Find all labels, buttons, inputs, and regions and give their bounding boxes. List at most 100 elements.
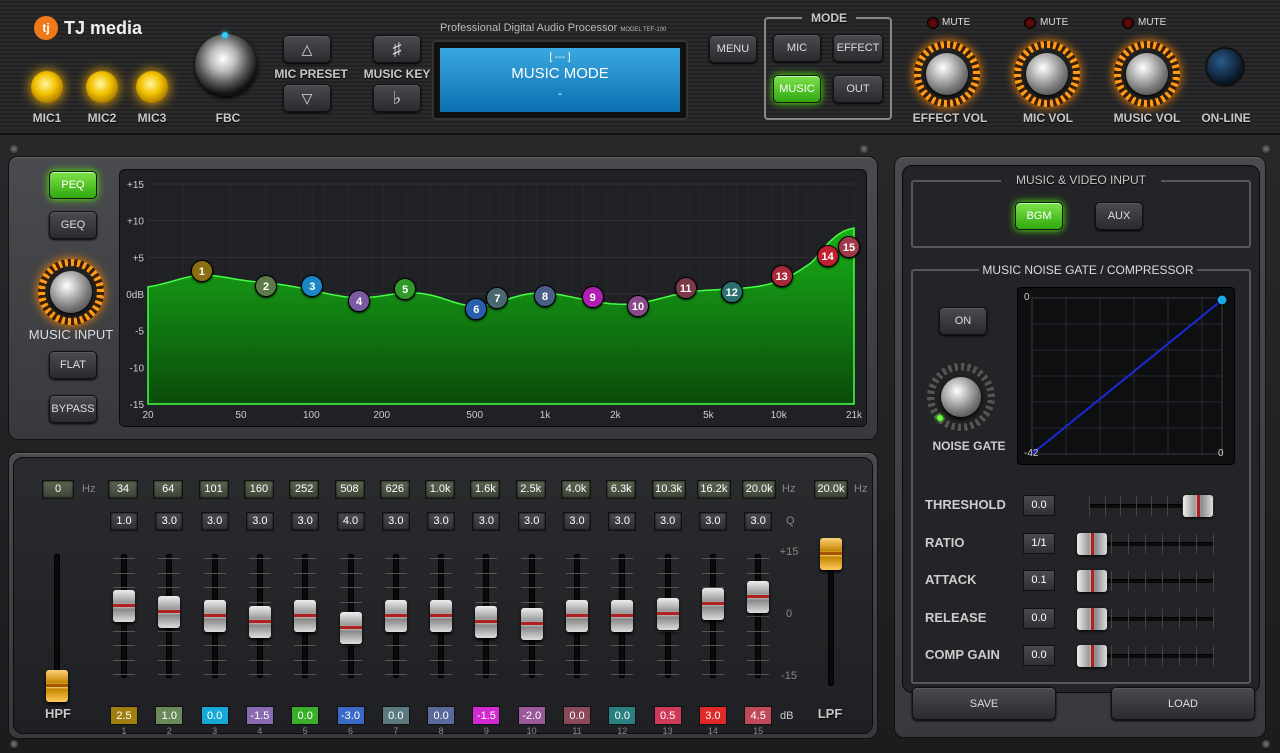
save-button[interactable]: SAVE xyxy=(912,687,1056,720)
eq-band-marker[interactable]: 10 xyxy=(627,295,649,318)
hpf-freq-value[interactable]: 0 xyxy=(42,480,74,499)
band-q-value[interactable]: 4.0 xyxy=(336,512,365,531)
comp-param-value[interactable]: 1/1 xyxy=(1023,532,1055,554)
band-freq-value[interactable]: 20.0k xyxy=(742,480,777,499)
band-q-value[interactable]: 3.0 xyxy=(653,512,682,531)
comp-param-value[interactable]: 0.0 xyxy=(1023,645,1055,666)
bgm-button[interactable]: BGM xyxy=(1015,202,1063,230)
band-q-value[interactable]: 3.0 xyxy=(744,512,773,531)
music-key-flat-button[interactable]: ♭ xyxy=(373,84,421,112)
band-fader-handle[interactable] xyxy=(430,600,453,632)
band-gain-value[interactable]: 0.5 xyxy=(653,706,682,725)
noise-gate-knob[interactable] xyxy=(941,377,981,417)
band-gain-value[interactable]: 3.0 xyxy=(698,706,727,725)
eq-band-marker[interactable]: 8 xyxy=(534,285,557,308)
band-gain-value[interactable]: -1.5 xyxy=(472,706,501,725)
band-q-value[interactable]: 3.0 xyxy=(291,512,320,531)
bypass-button[interactable]: BYPASS xyxy=(49,395,97,423)
comp-param-value[interactable]: 0.0 xyxy=(1023,495,1055,516)
mic-preset-up-button[interactable]: △ xyxy=(283,35,331,63)
band-freq-value[interactable]: 1.6k xyxy=(470,480,501,499)
eq-band-marker[interactable]: 4 xyxy=(348,289,371,312)
eq-band-marker[interactable]: 12 xyxy=(720,280,743,303)
comp-param-handle[interactable] xyxy=(1077,607,1107,630)
band-gain-value[interactable]: -2.0 xyxy=(517,706,546,725)
band-gain-value[interactable]: 1.0 xyxy=(155,706,184,725)
band-fader-handle[interactable] xyxy=(475,606,498,639)
lpf-fader-handle[interactable] xyxy=(820,538,842,570)
comp-param-handle[interactable] xyxy=(1077,570,1107,592)
eq-band-marker[interactable]: 11 xyxy=(674,277,697,300)
mic-vol-knob[interactable] xyxy=(1026,53,1068,95)
band-q-value[interactable]: 3.0 xyxy=(698,512,727,531)
eq-band-marker[interactable]: 9 xyxy=(581,285,604,308)
band-freq-value[interactable]: 160 xyxy=(243,480,274,499)
band-freq-value[interactable]: 626 xyxy=(379,480,410,499)
comp-param-handle[interactable] xyxy=(1077,532,1107,555)
flat-button[interactable]: FLAT xyxy=(49,351,97,379)
band-gain-value[interactable]: 0.0 xyxy=(291,706,320,725)
music-mute-icon[interactable] xyxy=(1122,17,1134,29)
load-button[interactable]: LOAD xyxy=(1111,687,1255,720)
band-freq-value[interactable]: 16.2k xyxy=(696,480,731,499)
music-key-sharp-button[interactable]: ♯ xyxy=(373,35,421,63)
aux-button[interactable]: AUX xyxy=(1095,202,1143,230)
fbc-knob[interactable] xyxy=(195,34,257,96)
band-q-value[interactable]: 3.0 xyxy=(245,512,274,531)
effect-vol-knob[interactable] xyxy=(926,53,968,95)
eq-band-marker[interactable]: 13 xyxy=(770,264,793,287)
peq-button[interactable]: PEQ xyxy=(49,171,97,199)
band-freq-value[interactable]: 101 xyxy=(198,480,229,499)
eq-band-marker[interactable]: 1 xyxy=(190,259,213,282)
band-fader-handle[interactable] xyxy=(203,600,226,632)
compressor-point-handle[interactable] xyxy=(1216,294,1228,306)
eq-band-marker[interactable]: 2 xyxy=(255,274,278,297)
band-fader-handle[interactable] xyxy=(294,600,317,632)
band-q-value[interactable]: 3.0 xyxy=(381,512,410,531)
band-fader-handle[interactable] xyxy=(701,587,724,620)
band-gain-value[interactable]: 0.0 xyxy=(381,706,410,725)
band-freq-value[interactable]: 1.0k xyxy=(425,480,456,499)
band-fader-handle[interactable] xyxy=(656,597,679,630)
band-gain-value[interactable]: 2.5 xyxy=(110,706,138,725)
band-gain-value[interactable]: 4.5 xyxy=(744,706,773,725)
mic-mute-icon[interactable] xyxy=(1024,17,1036,29)
band-freq-value[interactable]: 6.3k xyxy=(606,480,637,499)
mode-effect-button[interactable]: EFFECT xyxy=(833,34,883,62)
band-gain-value[interactable]: 0.0 xyxy=(563,706,591,725)
band-freq-value[interactable]: 252 xyxy=(289,480,320,499)
eq-band-marker[interactable]: 14 xyxy=(816,245,839,268)
band-fader-handle[interactable] xyxy=(611,600,634,632)
band-fader-handle[interactable] xyxy=(113,589,135,622)
band-freq-value[interactable]: 64 xyxy=(153,480,184,499)
band-q-value[interactable]: 3.0 xyxy=(472,512,501,531)
mic-preset-down-button[interactable]: ▽ xyxy=(283,84,331,112)
mic2-indicator-icon[interactable] xyxy=(86,71,118,103)
geq-button[interactable]: GEQ xyxy=(49,211,97,239)
lpf-freq-value[interactable]: 20.0k xyxy=(814,480,848,499)
comp-param-handle[interactable] xyxy=(1077,645,1107,667)
band-fader-handle[interactable] xyxy=(158,595,181,628)
band-gain-value[interactable]: -1.5 xyxy=(245,706,274,725)
mode-music-button[interactable]: MUSIC xyxy=(773,75,821,103)
mic1-indicator-icon[interactable] xyxy=(31,71,63,103)
band-q-value[interactable]: 3.0 xyxy=(563,512,591,531)
gate-on-button[interactable]: ON xyxy=(939,307,987,335)
band-q-value[interactable]: 3.0 xyxy=(200,512,229,531)
band-fader-handle[interactable] xyxy=(339,612,362,645)
band-gain-value[interactable]: 0.0 xyxy=(200,706,229,725)
band-freq-value[interactable]: 4.0k xyxy=(561,480,591,499)
band-fader-handle[interactable] xyxy=(248,606,271,639)
band-freq-value[interactable]: 2.5k xyxy=(515,480,546,499)
band-fader-handle[interactable] xyxy=(384,600,407,632)
band-fader-handle[interactable] xyxy=(520,608,543,641)
band-freq-value[interactable]: 508 xyxy=(334,480,365,499)
band-freq-value[interactable]: 10.3k xyxy=(651,480,686,499)
effect-mute-icon[interactable] xyxy=(927,17,939,29)
band-q-value[interactable]: 1.0 xyxy=(110,512,138,531)
comp-param-value[interactable]: 0.0 xyxy=(1023,607,1055,629)
hpf-fader-handle[interactable] xyxy=(46,670,68,702)
band-q-value[interactable]: 3.0 xyxy=(427,512,456,531)
menu-button[interactable]: MENU xyxy=(709,35,757,63)
band-gain-value[interactable]: -3.0 xyxy=(336,706,365,725)
